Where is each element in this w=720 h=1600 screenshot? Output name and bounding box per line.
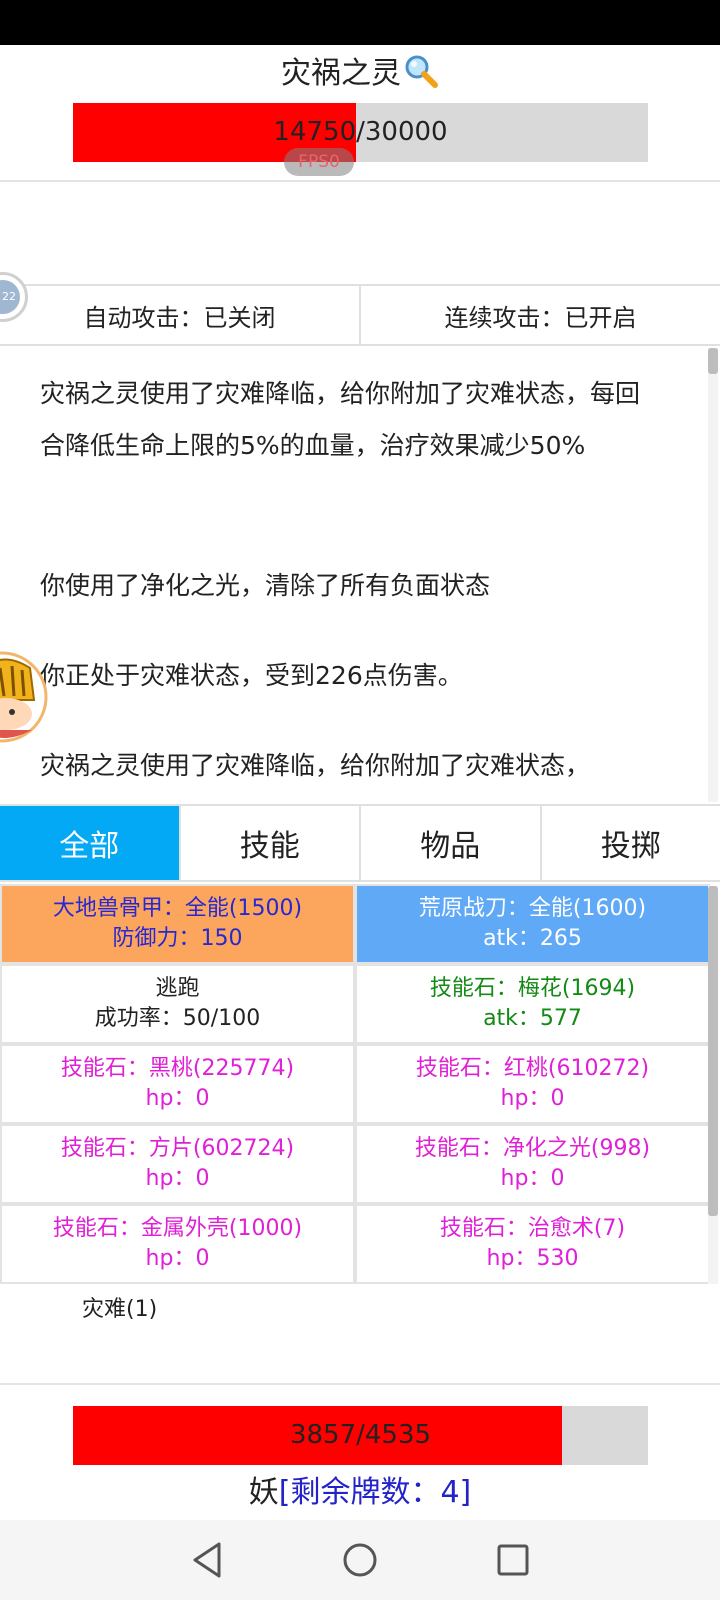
recents-icon[interactable] [483, 1530, 543, 1590]
tab-all[interactable]: 全部 [0, 806, 179, 880]
tab-throw[interactable]: 投掷 [539, 806, 720, 880]
card-title: 技能石：金属外壳(1000) [52, 1216, 303, 1241]
auto-attack-toggle[interactable]: 自动攻击：已关闭 [0, 286, 359, 344]
enemy-hp-text: 14750/30000 [273, 117, 448, 147]
attack-toggles: 自动攻击：已关闭 连续攻击：已开启 [0, 284, 720, 346]
continuous-attack-toggle[interactable]: 连续攻击：已开启 [359, 286, 720, 344]
card-title: 技能石：治愈术(7) [439, 1216, 626, 1241]
floating-character-avatar[interactable] [0, 650, 50, 745]
card-stat: hp：0 [500, 1086, 565, 1111]
card-title: 逃跑 [155, 976, 200, 1001]
card-skillstone-heal[interactable]: 技能石：治愈术(7) hp：530 [355, 1204, 710, 1284]
home-icon[interactable] [330, 1530, 390, 1590]
status-effect: 灾难(1) [82, 1297, 158, 1322]
log-scrollbar-thumb[interactable] [708, 348, 718, 374]
card-stat: 防御力：150 [112, 926, 243, 951]
fps-badge: FPS0 [284, 148, 354, 176]
card-title: 技能石：红桃(610272) [415, 1056, 650, 1081]
card-stat: hp：530 [486, 1246, 579, 1271]
player-hp-bar: 3857/4535 [73, 1406, 648, 1465]
enemy-title: 灾祸之灵 [0, 52, 720, 96]
remaining-cards[interactable]: [剩余牌数：4] [279, 1475, 472, 1510]
card-stat: 成功率：50/100 [94, 1006, 261, 1031]
card-title: 技能石：黑桃(225774) [60, 1056, 295, 1081]
enemy-hp-bar: 14750/30000 [73, 103, 648, 162]
divider [0, 180, 720, 182]
player-hp-text: 3857/4535 [289, 1420, 432, 1450]
cards-scrollbar[interactable] [708, 886, 718, 1284]
card-escape[interactable]: 逃跑 成功率：50/100 [0, 964, 355, 1044]
card-stat: hp：0 [145, 1086, 210, 1111]
card-stat: hp：0 [145, 1166, 210, 1191]
log-scrollbar[interactable] [708, 348, 718, 802]
card-skillstone-club[interactable]: 技能石：梅花(1694) atk：577 [355, 964, 710, 1044]
log-entry: 你正处于灾难状态，受到226点伤害。 [40, 661, 463, 690]
card-skillstone-spade[interactable]: 技能石：黑桃(225774) hp：0 [0, 1044, 355, 1124]
player-info: 妖[剩余牌数：4] [0, 1470, 720, 1516]
system-nav-bar [0, 1520, 720, 1600]
floating-avatar-badge: 22 [0, 280, 20, 314]
card-title: 技能石：净化之光(998) [414, 1136, 651, 1161]
back-icon[interactable] [177, 1530, 237, 1590]
card-title: 大地兽骨甲：全能(1500) [52, 896, 303, 921]
card-earth-bone-armor[interactable]: 大地兽骨甲：全能(1500) 防御力：150 [0, 884, 355, 964]
log-entry: 灾祸之灵使用了灾难降临，给你附加了灾难状态，每回合降低生命上限的5%的血量，治疗… [40, 379, 641, 460]
card-skillstone-purify[interactable]: 技能石：净化之光(998) hp：0 [355, 1124, 710, 1204]
magnifier-icon[interactable] [403, 53, 439, 89]
battle-log[interactable]: 灾祸之灵使用了灾难降临，给你附加了灾难状态，每回合降低生命上限的5%的血量，治疗… [0, 346, 720, 804]
card-stat: atk：577 [483, 1006, 582, 1031]
card-wasteland-blade[interactable]: 荒原战刀：全能(1600) atk：265 [355, 884, 710, 964]
card-title: 荒原战刀：全能(1600) [418, 896, 647, 921]
card-title: 技能石：梅花(1694) [429, 976, 636, 1001]
card-title: 技能石：方片(602724) [60, 1136, 295, 1161]
player-name: 妖 [248, 1475, 279, 1510]
card-skillstone-heart[interactable]: 技能石：红桃(610272) hp：0 [355, 1044, 710, 1124]
action-tabs: 全部 技能 物品 投掷 [0, 804, 720, 882]
tab-skills[interactable]: 技能 [178, 806, 359, 880]
cards-scrollbar-thumb[interactable] [708, 886, 718, 1216]
system-status-bar [0, 0, 720, 45]
card-stat: atk：265 [483, 926, 582, 951]
action-cards: 大地兽骨甲：全能(1500) 防御力：150 荒原战刀：全能(1600) atk… [0, 884, 710, 1286]
log-entry: 灾祸之灵使用了灾难降临，给你附加了灾难状态， [40, 751, 591, 780]
card-skillstone-diamond[interactable]: 技能石：方片(602724) hp：0 [0, 1124, 355, 1204]
enemy-name: 灾祸之灵 [281, 56, 401, 91]
log-entry: 你使用了净化之光，清除了所有负面状态 [40, 571, 491, 600]
card-stat: hp：0 [145, 1246, 210, 1271]
card-stat: hp：0 [500, 1166, 565, 1191]
card-skillstone-metal-shell[interactable]: 技能石：金属外壳(1000) hp：0 [0, 1204, 355, 1284]
tab-items[interactable]: 物品 [359, 806, 540, 880]
divider [0, 1383, 720, 1385]
